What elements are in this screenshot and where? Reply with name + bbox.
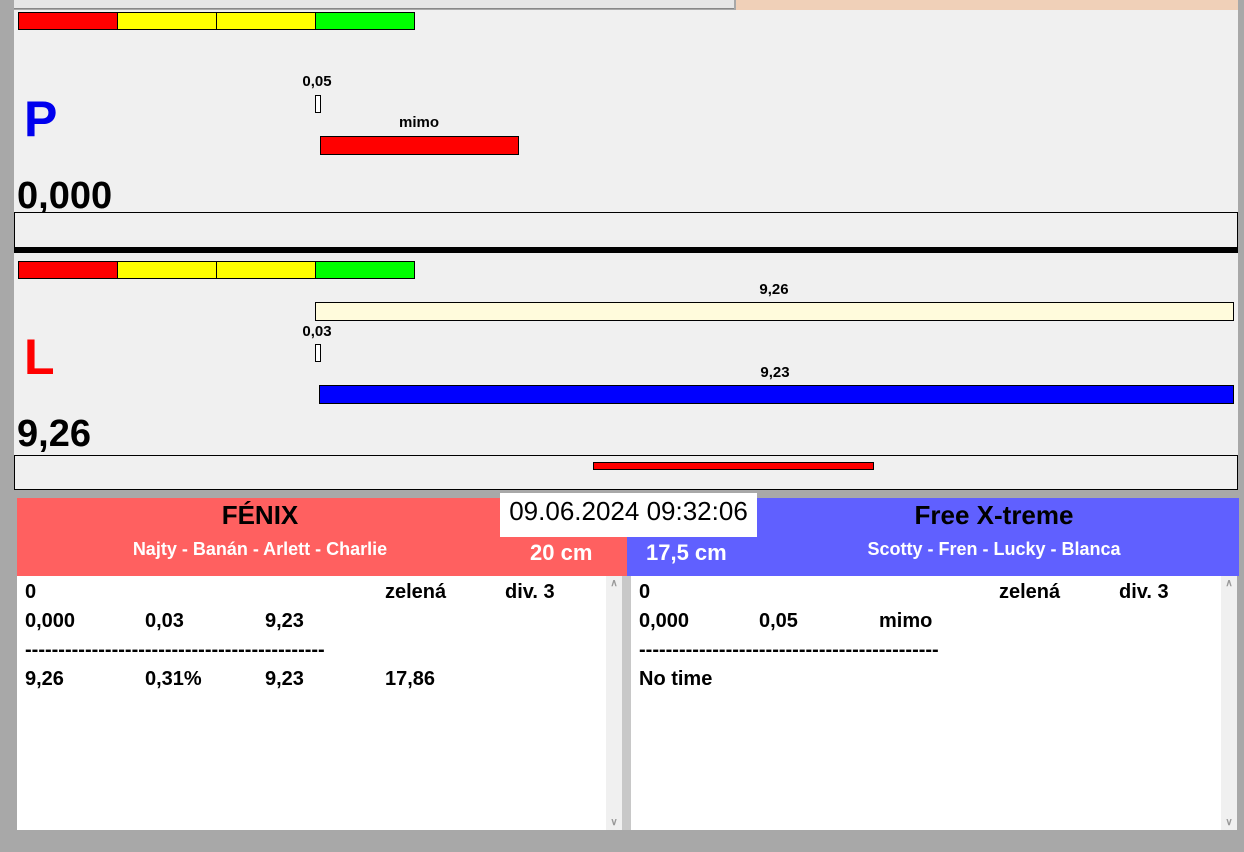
right-team-members: Scotty - Fren - Lucky - Blanca	[867, 539, 1121, 559]
cell: 17,86	[385, 668, 436, 690]
bar1-label: 9,26	[759, 281, 789, 298]
cell: zelená	[385, 581, 447, 603]
list-row: ----------------------------------------…	[631, 639, 1237, 665]
indicator-track	[14, 212, 1238, 248]
lane-p-panel: P 0,05 mimo 0,000	[14, 10, 1238, 248]
scale-red	[18, 261, 118, 279]
scale-yellow-2	[216, 261, 316, 279]
bar-label: mimo	[398, 114, 440, 131]
right-team-distance: 17,5 cm	[646, 540, 727, 565]
left-team-distance: 20 cm	[530, 540, 593, 565]
cell: 0	[639, 581, 651, 603]
scale-yellow-2	[216, 12, 316, 30]
cell: 0,31%	[145, 668, 202, 690]
list-row: 9,26 0,31% 9,23 17,86	[17, 668, 622, 694]
lane-l-panel: 9,26 0,03 L 9,23 9,26	[14, 253, 1238, 490]
scale-yellow-1	[117, 12, 217, 30]
indicator-bar	[593, 462, 874, 470]
tab-strip	[14, 0, 734, 9]
list-row: 0 zelená div. 3	[631, 581, 1237, 607]
bar1	[315, 302, 1234, 321]
cell: 0,05	[759, 610, 798, 632]
list-row: ----------------------------------------…	[17, 639, 622, 665]
lane-value: 9,26	[17, 413, 91, 455]
cell: zelená	[999, 581, 1061, 603]
left-team-name: FÉNIX	[221, 500, 299, 530]
marker	[315, 344, 321, 362]
left-team-members: Najty - Banán - Arlett - Charlie	[132, 539, 388, 559]
scale-green	[315, 261, 415, 279]
scroll-down-icon[interactable]: ∨	[1221, 817, 1237, 828]
indicator-track	[14, 455, 1238, 490]
scroll-up-icon[interactable]: ∧	[606, 578, 622, 589]
bar2-label: 9,23	[760, 364, 790, 381]
list-row: 0,000 0,05 mimo	[631, 610, 1237, 636]
scrollbar[interactable]: ∧ ∨	[606, 576, 622, 830]
scroll-up-icon[interactable]: ∧	[1221, 578, 1237, 589]
left-results-list[interactable]: 0 zelená div. 3 0,000 0,03 9,23 --------------…	[17, 576, 622, 830]
right-results-list[interactable]: 0 zelená div. 3 0,000 0,05 mimo --------------…	[631, 576, 1237, 830]
scale-red	[18, 12, 118, 30]
cell: No time	[639, 668, 713, 690]
list-row: 0 zelená div. 3	[17, 581, 622, 607]
marker-label: 0,03	[302, 323, 332, 340]
lane-letter: P	[24, 91, 58, 147]
bar2	[319, 385, 1234, 404]
scale-yellow-1	[117, 261, 217, 279]
datetime: 09.06.2024 09:32:06	[500, 493, 757, 537]
cell: ----------------------------------------…	[639, 639, 939, 661]
marker-label: 0,05	[302, 73, 332, 90]
cell: div. 3	[505, 581, 555, 603]
cell: 0,000	[25, 610, 76, 632]
list-row: 0,000 0,03 9,23	[17, 610, 622, 636]
cell: 9,23	[265, 668, 304, 690]
cell: 0,03	[145, 610, 184, 632]
list-row: No time	[631, 668, 1237, 694]
right-team-name: Free X-treme	[914, 500, 1074, 530]
cell: 0	[25, 581, 37, 603]
cell: 9,26	[25, 668, 64, 690]
cell: mimo	[879, 610, 933, 632]
result-bar	[320, 136, 519, 155]
lane-letter: L	[24, 329, 55, 385]
list-gap	[622, 576, 631, 830]
scroll-down-icon[interactable]: ∨	[606, 817, 622, 828]
cell: 9,23	[265, 610, 304, 632]
cell: 0,000	[639, 610, 690, 632]
scrollbar[interactable]: ∧ ∨	[1221, 576, 1237, 830]
cell: ----------------------------------------…	[25, 639, 325, 661]
marker	[315, 95, 321, 113]
scale-green	[315, 12, 415, 30]
cell: div. 3	[1119, 581, 1169, 603]
